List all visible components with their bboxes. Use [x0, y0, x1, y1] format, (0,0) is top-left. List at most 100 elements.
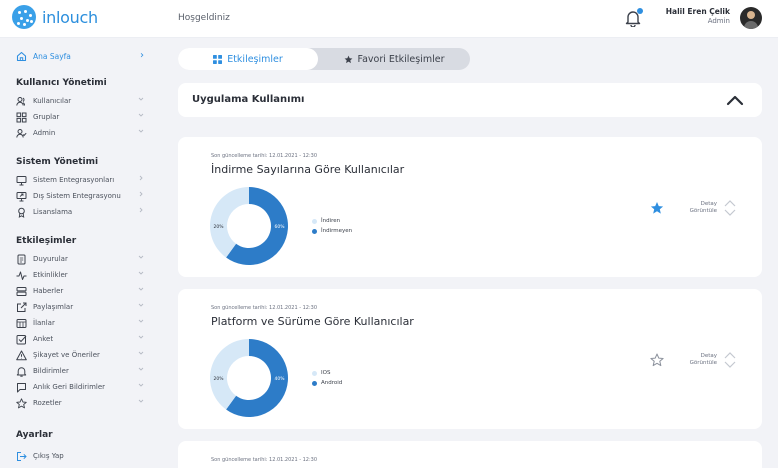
tab-interactions[interactable]: Etkileşimler [178, 48, 318, 70]
sidebar-item-label: Rozetler [33, 399, 62, 407]
sidebar-item-label: Gruplar [33, 113, 60, 121]
sidebar-item-licensing[interactable]: Lisanslama [16, 205, 150, 219]
tab-label: Etkileşimler [227, 53, 283, 65]
legend-label: İndirmeyen [321, 228, 353, 234]
logo-mark-icon [12, 5, 36, 29]
favorite-star-icon[interactable] [650, 201, 664, 215]
chevron-down-icon [138, 398, 144, 404]
star-icon [344, 55, 353, 64]
sidebar-item-label: Bildirimler [33, 367, 69, 375]
detail-link[interactable]: Detay Görüntüle [681, 353, 717, 367]
sidebar-item-users[interactable]: Kullanıcılar [16, 94, 150, 108]
detail-link[interactable]: Detay Görüntüle [681, 201, 717, 215]
section-title-settings: Ayarlar [16, 430, 53, 440]
donut-slice-i̇ndiren [210, 187, 249, 258]
favorite-star-outline-icon[interactable] [650, 353, 664, 367]
sidebar-item-complaints[interactable]: Şikayet ve Öneriler [16, 348, 150, 362]
notification-bell-icon[interactable] [625, 8, 643, 27]
legend-label: İndiren [321, 218, 341, 224]
detail-label-line2: Görüntüle [689, 208, 717, 214]
chevron-down-icon [138, 350, 144, 356]
sidebar-item-listings[interactable]: İlanlar [16, 316, 150, 330]
sidebar-item-system-integrations[interactable]: Sistem Entegrasyonları [16, 173, 150, 187]
detail-label-line1: Detay [700, 353, 717, 359]
legend-item: İndiren [312, 216, 352, 226]
external-monitor-icon [16, 191, 27, 202]
sidebar-item-label: Haberler [33, 287, 64, 295]
tab-label: Favori Etkileşimler [357, 53, 445, 65]
last-updated-text: Son güncelleme tarihi: 12.01.2021 - 12:3… [211, 153, 318, 159]
document-icon [16, 254, 27, 265]
detail-label-line1: Detay [700, 201, 717, 207]
detail-label-line2: Görüntüle [689, 360, 717, 366]
chart-card-downloads: Son güncelleme tarihi: 12.01.2021 - 12:3… [178, 137, 762, 277]
sidebar-item-label: Paylaşımlar [33, 303, 74, 311]
sidebar-item-label: Ana Sayfa [33, 51, 71, 61]
top-bar: inlouch Hoşgeldiniz Halil Eren Çelik Adm… [0, 0, 778, 38]
sidebar-item-badges[interactable]: Rozetler [16, 396, 150, 410]
users-icon [16, 96, 27, 107]
chevron-down-icon [138, 302, 144, 308]
legend-label: Android [321, 380, 343, 386]
home-icon [16, 51, 27, 62]
sidebar-item-notifications[interactable]: Bildirimler [16, 364, 150, 378]
chart-card-platform: Son güncelleme tarihi: 12.01.2021 - 12:3… [178, 289, 762, 429]
sidebar-item-home[interactable]: Ana Sayfa › [16, 49, 150, 63]
news-icon [16, 286, 27, 297]
logo-text: inlouch [42, 7, 98, 27]
chevron-down-icon [138, 334, 144, 340]
user-name[interactable]: Halil Eren Çelik [666, 7, 730, 16]
chart-card-partial: Son güncelleme tarihi: 12.01.2021 - 12:3… [178, 441, 762, 468]
share-icon [16, 302, 27, 313]
donut-chart: 20% 60% [210, 187, 288, 265]
legend-swatch [312, 380, 317, 386]
grid-icon [16, 112, 27, 123]
sidebar-item-label: Admin [33, 129, 56, 137]
sidebar-item-admin[interactable]: Admin [16, 126, 150, 140]
checkbox-icon [16, 334, 27, 345]
legend-swatch [312, 218, 317, 224]
legend-label: IOS [321, 370, 331, 376]
sidebar-item-label: İlanlar [33, 319, 55, 327]
section-title: Uygulama Kullanımı [192, 94, 305, 105]
tab-favorite-interactions[interactable]: Favori Etkileşimler [318, 48, 470, 70]
section-header-app-usage[interactable]: Uygulama Kullanımı [178, 83, 762, 117]
sidebar-item-logout[interactable]: Çıkış Yap [16, 449, 150, 463]
sidebar-item-events[interactable]: Etkinlikler [16, 268, 150, 282]
expand-toggle-icon[interactable] [723, 198, 737, 218]
chevron-down-icon [138, 128, 144, 134]
legend-item: IOS [312, 368, 342, 378]
sidebar-item-label: Duyurular [33, 255, 68, 263]
sidebar-item-instant-feedback[interactable]: Anlık Geri Bildirimler [16, 380, 150, 394]
app-logo[interactable]: inlouch [12, 5, 98, 29]
sidebar-item-survey[interactable]: Anket [16, 332, 150, 346]
bell-icon [16, 366, 27, 377]
sidebar-item-groups[interactable]: Gruplar [16, 110, 150, 124]
card-title: Platform ve Sürüme Göre Kullanıcılar [211, 315, 414, 328]
chevron-up-icon[interactable] [726, 94, 744, 106]
last-updated-text: Son güncelleme tarihi: 12.01.2021 - 12:3… [211, 457, 318, 463]
sidebar-item-external-integration[interactable]: Dış Sistem Entegrasyonu [16, 189, 150, 203]
chevron-down-icon [138, 96, 144, 102]
activity-icon [16, 270, 27, 281]
chevron-down-icon [138, 366, 144, 372]
logout-icon [16, 451, 27, 462]
star-outline-icon [16, 397, 27, 409]
expand-toggle-icon[interactable] [723, 350, 737, 370]
sidebar-item-label: Şikayet ve Öneriler [33, 351, 100, 359]
donut-data-label: 60% [274, 224, 285, 230]
sidebar-item-shares[interactable]: Paylaşımlar [16, 300, 150, 314]
sidebar-item-label: Çıkış Yap [33, 452, 64, 460]
section-title-system-management: Sistem Yönetimi [16, 157, 99, 167]
chevron-right-icon [138, 191, 144, 197]
sidebar-item-news[interactable]: Haberler [16, 284, 150, 298]
sidebar-item-label: Dış Sistem Entegrasyonu [33, 192, 121, 200]
chevron-down-icon [138, 270, 144, 276]
sidebar-item-announcements[interactable]: Duyurular [16, 252, 150, 266]
avatar[interactable] [740, 7, 762, 29]
legend-item: Android [312, 378, 342, 388]
donut-slice-ios [210, 339, 249, 410]
legend-swatch [312, 370, 317, 376]
sidebar-item-label: Anket [33, 335, 54, 343]
notification-dot [637, 8, 643, 14]
